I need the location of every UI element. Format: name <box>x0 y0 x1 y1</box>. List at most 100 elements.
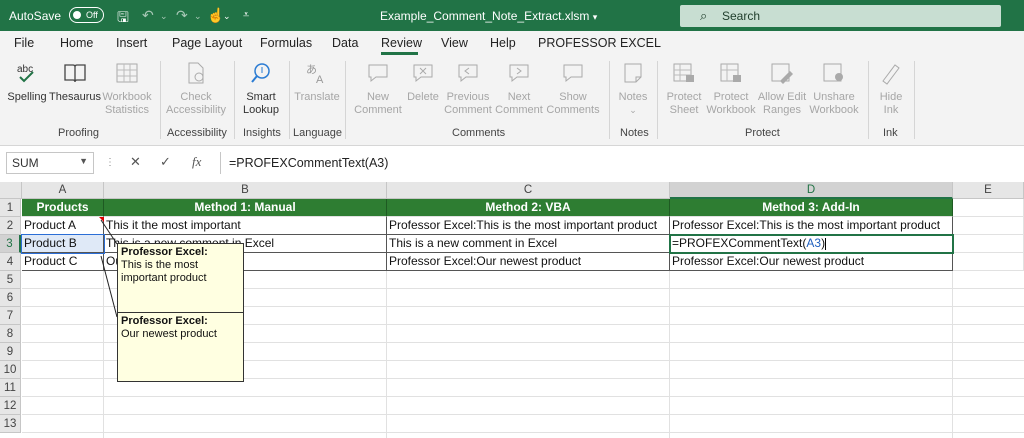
allow-edit-ranges-button[interactable]: Allow Edit Ranges <box>756 61 808 117</box>
check-accessibility-button[interactable]: Check Accessibility <box>164 61 228 117</box>
translate-label: Translate <box>294 91 340 103</box>
workbook-statistics-button[interactable]: Workbook Statistics <box>100 61 154 117</box>
translate-button[interactable]: あA Translate <box>294 61 340 104</box>
cell-e4[interactable] <box>953 253 1024 271</box>
customize-qat-icon[interactable]: ⩡ <box>243 9 249 22</box>
formula-bar: SUM ▼ ⋮ ✕ ✓ fx =PROFEXCommentText(A3) <box>0 146 1024 180</box>
cell-c3[interactable]: This is a new comment in Excel <box>387 235 670 253</box>
document-title[interactable]: Example_Comment_Note_Extract.xlsm ▾ <box>380 9 597 23</box>
tab-home[interactable]: Home <box>60 36 93 50</box>
next-comment-label-1: Next <box>507 91 531 103</box>
group-label-ink: Ink <box>883 127 898 139</box>
svg-text:A: A <box>316 74 324 85</box>
cell-e1[interactable] <box>953 199 1024 217</box>
protect-workbook-icon <box>720 63 741 82</box>
show-comments-button[interactable]: Show Comments <box>544 61 602 117</box>
hide-ink-label-2: Ink <box>883 104 899 116</box>
redo-icon[interactable]: ↷ <box>176 7 188 24</box>
redo-dropdown-icon[interactable]: ⌄ <box>194 11 202 22</box>
tab-data[interactable]: Data <box>332 36 358 50</box>
name-box-dropdown-icon[interactable]: ▼ <box>79 156 88 166</box>
save-icon[interactable]: 🖫 <box>117 7 129 31</box>
enter-icon[interactable]: ✓ <box>160 154 171 170</box>
protect-workbook-button[interactable]: Protect Workbook <box>704 61 758 117</box>
cell-c2[interactable]: Professor Excel:This is the most importa… <box>387 217 670 235</box>
insert-function-icon[interactable]: fx <box>192 154 201 170</box>
group-separator <box>234 61 235 139</box>
cell-d2[interactable]: Professor Excel:This is the most importa… <box>670 217 953 235</box>
show-comments-icon <box>563 64 583 83</box>
cell-c4[interactable]: Professor Excel:Our newest product <box>387 253 670 271</box>
notes-button[interactable]: Notes ⌄ <box>614 61 652 117</box>
gridline <box>669 271 670 438</box>
column-header-c[interactable]: C <box>387 182 670 199</box>
tab-review[interactable]: Review <box>381 36 422 50</box>
cancel-icon[interactable]: ✕ <box>130 154 141 170</box>
column-header-e[interactable]: E <box>953 182 1024 199</box>
delete-comment-button[interactable]: Delete <box>404 61 442 104</box>
group-label-language: Language <box>293 127 342 139</box>
undo-icon[interactable]: ↶ <box>142 7 154 24</box>
previous-comment-icon <box>458 64 478 83</box>
tab-professor-excel[interactable]: PROFESSOR EXCEL <box>538 36 661 50</box>
protect-sheet-button[interactable]: Protect Sheet <box>662 61 706 117</box>
unshare-workbook-button[interactable]: Unshare Workbook <box>806 61 862 117</box>
touch-dropdown-icon[interactable]: ⌄ <box>223 11 231 22</box>
tab-page-layout[interactable]: Page Layout <box>172 36 242 50</box>
formula-bar-grip-icon: ⋮ <box>105 157 115 168</box>
cell-e3[interactable] <box>953 235 1024 253</box>
thesaurus-icon <box>64 64 86 83</box>
ribbon-tabs: File Home Insert Page Layout Formulas Da… <box>0 31 1024 55</box>
comment-note-a4[interactable]: Professor Excel: Our newest product <box>117 312 244 382</box>
allow-edit-ranges-icon <box>771 63 793 84</box>
tab-file[interactable]: File <box>14 36 34 50</box>
new-comment-button[interactable]: New Comment <box>350 61 406 117</box>
notes-icon <box>624 63 642 83</box>
previous-comment-button[interactable]: Previous Comment <box>442 61 494 117</box>
thesaurus-label: Thesaurus <box>49 91 101 103</box>
thesaurus-button[interactable]: Thesaurus <box>49 61 101 104</box>
spelling-button[interactable]: abc Spelling <box>4 61 50 104</box>
protect-sheet-label-1: Protect <box>666 91 702 103</box>
smart-lookup-icon <box>251 63 270 83</box>
group-label-insights: Insights <box>243 127 281 139</box>
cell-e2[interactable] <box>953 217 1024 235</box>
protect-workbook-label-1: Protect <box>713 91 749 103</box>
delete-comment-icon <box>413 64 433 83</box>
tab-help[interactable]: Help <box>490 36 516 50</box>
search-icon: ⌕ <box>700 8 708 23</box>
tab-view[interactable]: View <box>441 36 468 50</box>
header-cell-method-2[interactable]: Method 2: VBA <box>387 199 670 217</box>
notes-dropdown-icon: ⌄ <box>629 105 637 115</box>
group-label-comments: Comments <box>452 127 506 139</box>
allow-edit-ranges-label-2: Ranges <box>763 104 801 116</box>
smart-lookup-label-2: Lookup <box>242 104 280 116</box>
smart-lookup-button[interactable]: Smart Lookup <box>238 61 284 117</box>
search-box[interactable]: ⌕ Search <box>680 5 1001 27</box>
column-header-d[interactable]: D <box>670 182 953 199</box>
comment-note-a3[interactable]: Professor Excel: This is the most import… <box>117 243 244 313</box>
unshare-workbook-label-1: Unshare <box>813 91 855 103</box>
group-separator <box>868 61 869 139</box>
check-accessibility-label-2: Accessibility <box>166 104 226 116</box>
note-text: Our newest product <box>121 328 217 340</box>
hide-ink-button[interactable]: Hide Ink <box>872 61 910 117</box>
next-comment-button[interactable]: Next Comment <box>494 61 544 117</box>
touch-mode-icon[interactable]: ☝ <box>207 7 224 24</box>
show-comments-label-1: Show <box>559 91 587 103</box>
note-author: Professor Excel: <box>121 246 208 258</box>
formula-input[interactable]: =PROFEXCommentText(A3) <box>220 152 1020 174</box>
workbook-statistics-icon <box>116 63 138 83</box>
new-comment-label-2: Comment <box>354 104 402 116</box>
autosave-toggle[interactable]: Off <box>69 7 104 23</box>
toggle-knob <box>73 11 81 19</box>
header-cell-method-3[interactable]: Method 3: Add-In <box>670 199 953 217</box>
tab-insert[interactable]: Insert <box>116 36 147 50</box>
group-label-proofing: Proofing <box>58 127 99 139</box>
active-cell-d3 <box>669 234 954 254</box>
cell-d4[interactable]: Professor Excel:Our newest product <box>670 253 953 271</box>
tab-formulas[interactable]: Formulas <box>260 36 312 50</box>
name-box[interactable]: SUM ▼ <box>6 152 94 174</box>
undo-dropdown-icon[interactable]: ⌄ <box>160 11 168 22</box>
previous-comment-label-2: Comment <box>444 104 492 116</box>
